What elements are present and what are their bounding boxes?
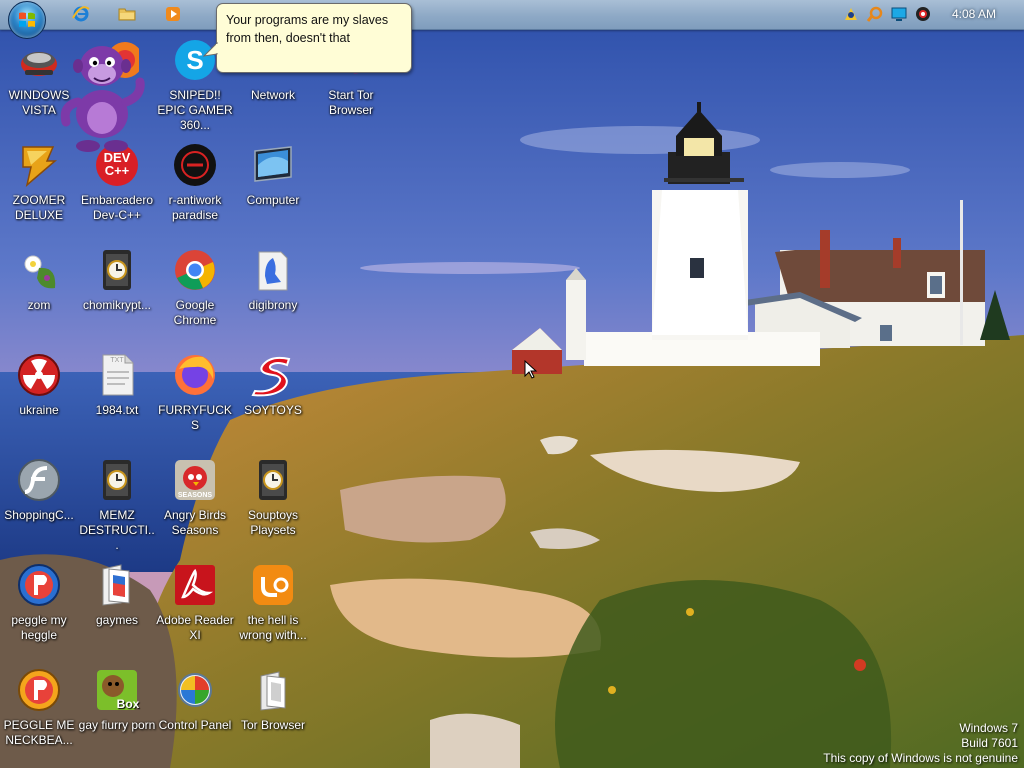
seasons-icon-text: SEASONS [177, 492, 213, 499]
icon-label: Souptoys Playsets [247, 508, 299, 537]
desktop-icon-peggle-me-neckbea[interactable]: PEGGLE ME NECKBEA... [0, 660, 78, 756]
desktop-icon-r-antiwork[interactable]: r-antiwork paradise [156, 135, 234, 231]
taskbar: 4:08 AM [0, 0, 1024, 39]
firefox-icon [175, 355, 215, 395]
desktop-icon-adobe-reader[interactable]: Adobe Reader XI [156, 555, 234, 651]
icon-label: Tor Browser [240, 718, 305, 732]
desktop-icon-control-panel[interactable]: Control Panel [156, 660, 234, 756]
chrome-icon [175, 250, 215, 290]
icon-label: ShoppingC... [4, 508, 74, 522]
mouse-cursor-icon [524, 360, 538, 379]
icon-label: PEGGLE ME NECKBEA... [3, 718, 75, 747]
icon-label: Adobe Reader XI [156, 613, 234, 642]
desktop-icon-uc-browser[interactable]: the hell is wrong with... [234, 555, 312, 651]
radiation-icon [18, 354, 60, 396]
soytoys-icon [251, 356, 291, 397]
devcpp-icon-text: DEV C++ [103, 150, 131, 178]
icon-label: the hell is wrong with... [239, 613, 307, 642]
zoomer-icon [22, 146, 58, 187]
icon-label: MEMZ DESTRUCTI... [79, 508, 155, 552]
icon-label: peggle my heggle [11, 613, 67, 642]
windows-watermark: Windows 7 Build 7601 This copy of Window… [823, 721, 1018, 766]
bonzi-buddy-icon[interactable] [58, 36, 146, 154]
clock-file-icon [103, 250, 131, 290]
desktop-icon-peggle-my-heggle[interactable]: peggle my heggle [0, 555, 78, 651]
desktop-icon-memz[interactable]: MEMZ DESTRUCTI... [78, 450, 156, 552]
desktop-icon-souptoys[interactable]: Souptoys Playsets [234, 450, 312, 546]
watermark-build: Build 7601 [961, 736, 1018, 750]
icon-label: Control Panel [158, 718, 232, 732]
txt-icon-text: TXT [110, 357, 124, 364]
icon-label: SOYTOYS [244, 403, 302, 417]
desktop-icon-gaymes[interactable]: gaymes [78, 555, 156, 651]
icon-label: Start Tor Browser [328, 88, 374, 117]
icon-label: gaymes [95, 613, 139, 627]
icon-label: zom [27, 298, 51, 312]
bonzi-speech-bubble: Your programs are my slaves from then, d… [216, 3, 412, 73]
icon-label: gay fiurry porn [78, 718, 156, 732]
windows-logo-icon [19, 12, 35, 27]
desktop-icon-google-chrome[interactable]: Google Chrome [156, 240, 234, 336]
icon-label: Computer [246, 193, 300, 207]
desktop-icon-furryfucks[interactable]: FURRYFUCKS [156, 345, 234, 441]
desktop-icon-tor-browser[interactable]: Tor Browser [234, 660, 312, 756]
desktop-icon-zom[interactable]: zom [0, 240, 78, 336]
search-tray-icon[interactable] [866, 5, 884, 23]
icon-label: Network [250, 88, 295, 102]
icon-label: digibrony [248, 298, 298, 312]
icon-label: ZOOMER DELUXE [12, 193, 66, 222]
icon-label: 1984.txt [95, 403, 139, 417]
icon-label: r-antiwork paradise [168, 193, 222, 222]
vista-app-icon [21, 52, 57, 76]
watermark-genuine-notice: This copy of Windows is not genuine [823, 751, 1018, 765]
desktop-icon-ukraine[interactable]: ukraine [0, 345, 78, 441]
desktop-icon-1984-txt[interactable]: TXT 1984.txt [78, 345, 156, 441]
desktop-icon-soytoys[interactable]: SOYTOYS [234, 345, 312, 441]
watermark-os-name: Windows 7 [959, 721, 1018, 735]
peggle-icon [18, 669, 60, 711]
icon-label: Embarcadero Dev-C++ [80, 193, 154, 222]
explorer-folder-icon[interactable] [118, 5, 136, 23]
monitor-tray-icon[interactable] [890, 5, 908, 23]
desktop-icon-shoppingc[interactable]: ShoppingC... [0, 450, 78, 546]
system-clock[interactable]: 4:08 AM [946, 7, 1002, 21]
tor-browser-folder-icon [260, 671, 286, 711]
desktop-icon-digibrony[interactable]: digibrony [234, 240, 312, 336]
box-icon-text: Box [116, 697, 140, 711]
icon-label: chomikrypt... [82, 298, 151, 312]
clock-file-icon [103, 460, 131, 500]
adobe-reader-icon [175, 565, 215, 605]
control-panel-icon [178, 673, 212, 707]
desktop-icon-box-app[interactable]: Box gay fiurry porn [78, 660, 156, 756]
gaymes-icon [102, 564, 130, 606]
flash-icon [18, 459, 60, 501]
record-tray-icon[interactable] [914, 5, 932, 23]
speech-bubble-text: Your programs are my slaves from then, d… [226, 13, 389, 45]
icon-label: ukraine [19, 403, 59, 417]
antiwork-icon [174, 144, 216, 186]
icon-label: SNIPED!! EPIC GAMER 360... [157, 88, 233, 132]
internet-explorer-icon[interactable] [72, 5, 90, 23]
media-player-icon[interactable] [164, 5, 182, 23]
speech-bubble-tail [203, 42, 220, 57]
peggle-icon [18, 564, 60, 606]
digibrony-icon [258, 251, 288, 291]
desktop-icon-angry-birds[interactable]: SEASONS Angry Birds Seasons [156, 450, 234, 546]
desktop-icon-computer[interactable]: Computer [234, 135, 312, 231]
icon-label: Angry Birds Seasons [163, 508, 227, 537]
icon-label: FURRYFUCKS [158, 403, 232, 432]
computer-icon [254, 146, 292, 182]
zom-icon [24, 255, 56, 289]
svg-text:S: S [186, 45, 203, 75]
desktop-icon-chomikrypt[interactable]: chomikrypt... [78, 240, 156, 336]
uc-browser-icon [253, 565, 293, 605]
clock-file-icon [259, 460, 287, 500]
buddy-tray-icon[interactable] [842, 5, 860, 23]
icon-label: Google Chrome [173, 298, 217, 327]
